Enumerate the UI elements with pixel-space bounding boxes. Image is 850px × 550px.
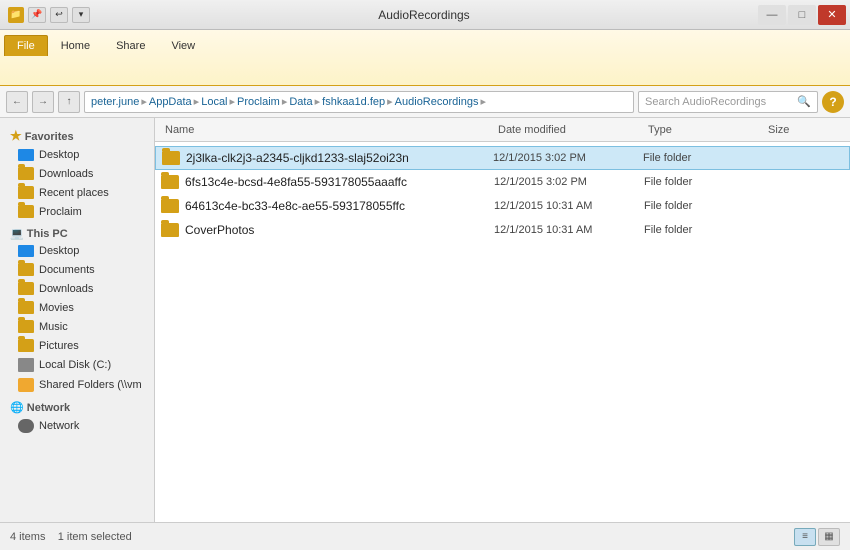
folder-icon bbox=[18, 282, 34, 295]
file-name: 6fs13c4e-bcsd-4e8fa55-593178055aaaffc bbox=[185, 175, 494, 189]
sidebar-item-shared[interactable]: Shared Folders (\\vm bbox=[0, 375, 154, 395]
file-name: 2j3lka-clk2j3-a2345-cljkd1233-slaj52oi23… bbox=[186, 151, 493, 165]
network-icon bbox=[18, 419, 34, 433]
table-row[interactable]: CoverPhotos 12/1/2015 10:31 AM File fold… bbox=[155, 218, 850, 242]
path-audiorecordings[interactable]: AudioRecordings bbox=[395, 96, 479, 108]
sidebar-item-localdisk[interactable]: Local Disk (C:) bbox=[0, 355, 154, 375]
quick-access-pin[interactable]: 📌 bbox=[28, 7, 46, 23]
folder-icon bbox=[18, 205, 34, 218]
file-type: File folder bbox=[643, 152, 763, 164]
maximize-button[interactable]: □ bbox=[788, 5, 816, 25]
folder-icon bbox=[18, 167, 34, 180]
sidebar-item-downloads-fav[interactable]: Downloads bbox=[0, 164, 154, 183]
sidebar-item-documents[interactable]: Documents bbox=[0, 260, 154, 279]
view-details-button[interactable]: ≡ bbox=[794, 528, 816, 546]
window-title: AudioRecordings bbox=[90, 8, 758, 22]
address-path[interactable]: peter.june ▸ AppData ▸ Local ▸ Proclaim … bbox=[84, 91, 634, 113]
tab-share[interactable]: Share bbox=[103, 35, 158, 56]
quick-access-undo[interactable]: ↩ bbox=[50, 7, 68, 23]
file-date: 12/1/2015 3:02 PM bbox=[493, 152, 643, 164]
folder-icon bbox=[161, 175, 179, 189]
minimize-button[interactable]: — bbox=[758, 5, 786, 25]
folder-icon bbox=[18, 339, 34, 352]
folder-icon bbox=[161, 199, 179, 213]
search-placeholder: Search AudioRecordings bbox=[645, 96, 766, 108]
folder-icon bbox=[162, 151, 180, 165]
folder-icon bbox=[18, 301, 34, 314]
ribbon-content bbox=[0, 56, 850, 86]
folder-icon bbox=[161, 223, 179, 237]
sidebar-item-music[interactable]: Music bbox=[0, 317, 154, 336]
sidebar-favorites-header[interactable]: ★ Favorites bbox=[0, 122, 154, 146]
sidebar-network-header[interactable]: 🌐 Network bbox=[0, 395, 154, 416]
folder-icon bbox=[18, 263, 34, 276]
sidebar-item-downloads-pc[interactable]: Downloads bbox=[0, 279, 154, 298]
ribbon-tabs: File Home Share View bbox=[0, 30, 850, 56]
search-icon: 🔍 bbox=[797, 95, 811, 108]
sidebar-item-pictures[interactable]: Pictures bbox=[0, 336, 154, 355]
file-name: CoverPhotos bbox=[185, 223, 494, 237]
status-item-count: 4 items 1 item selected bbox=[10, 531, 132, 543]
file-area: Name Date modified Type Size 2j3lka-clk2… bbox=[155, 118, 850, 522]
desktop-icon bbox=[18, 149, 34, 161]
col-date[interactable]: Date modified bbox=[494, 124, 644, 136]
table-row[interactable]: 64613c4e-bc33-4e8c-ae55-593178055ffc 12/… bbox=[155, 194, 850, 218]
sidebar-item-proclaim[interactable]: Proclaim bbox=[0, 202, 154, 221]
file-type: File folder bbox=[644, 176, 764, 188]
ribbon: File Home Share View bbox=[0, 30, 850, 86]
folder-icon bbox=[18, 320, 34, 333]
sidebar-item-movies[interactable]: Movies bbox=[0, 298, 154, 317]
col-type[interactable]: Type bbox=[644, 124, 764, 136]
file-list-header: Name Date modified Type Size bbox=[155, 118, 850, 142]
file-type: File folder bbox=[644, 200, 764, 212]
help-button[interactable]: ? bbox=[822, 91, 844, 113]
desktop-icon bbox=[18, 245, 34, 257]
back-button[interactable]: ← bbox=[6, 91, 28, 113]
view-tiles-button[interactable]: ▦ bbox=[818, 528, 840, 546]
tab-file[interactable]: File bbox=[4, 35, 48, 56]
view-toggles: ≡ ▦ bbox=[794, 528, 840, 546]
address-bar: ← → ↑ peter.june ▸ AppData ▸ Local ▸ Pro… bbox=[0, 86, 850, 118]
title-bar-left: 📁 📌 ↩ ▾ bbox=[8, 7, 90, 23]
tab-view[interactable]: View bbox=[158, 35, 208, 56]
status-bar: 4 items 1 item selected ≡ ▦ bbox=[0, 522, 850, 550]
table-row[interactable]: 6fs13c4e-bcsd-4e8fa55-593178055aaaffc 12… bbox=[155, 170, 850, 194]
path-fshkaa[interactable]: fshkaa1d.fep bbox=[322, 96, 385, 108]
window-controls: — □ ✕ bbox=[758, 5, 846, 25]
shared-icon bbox=[18, 378, 34, 392]
quick-access-properties[interactable]: ▾ bbox=[72, 7, 90, 23]
forward-button[interactable]: → bbox=[32, 91, 54, 113]
up-button[interactable]: ↑ bbox=[58, 91, 80, 113]
file-list: 2j3lka-clk2j3-a2345-cljkd1233-slaj52oi23… bbox=[155, 142, 850, 522]
sidebar-item-desktop-fav[interactable]: Desktop bbox=[0, 146, 154, 164]
path-proclaim[interactable]: Proclaim bbox=[237, 96, 280, 108]
tab-home[interactable]: Home bbox=[48, 35, 103, 56]
col-size[interactable]: Size bbox=[764, 124, 844, 136]
file-date: 12/1/2015 10:31 AM bbox=[494, 224, 644, 236]
folder-icon bbox=[18, 186, 34, 199]
file-type: File folder bbox=[644, 224, 764, 236]
path-data[interactable]: Data bbox=[289, 96, 312, 108]
search-box[interactable]: Search AudioRecordings 🔍 bbox=[638, 91, 818, 113]
file-date: 12/1/2015 3:02 PM bbox=[494, 176, 644, 188]
file-name: 64613c4e-bc33-4e8c-ae55-593178055ffc bbox=[185, 199, 494, 213]
col-name[interactable]: Name bbox=[161, 124, 494, 136]
app-icon: 📁 bbox=[8, 7, 24, 23]
sidebar-thispc-header[interactable]: 💻 This PC bbox=[0, 221, 154, 242]
sidebar-item-desktop-pc[interactable]: Desktop bbox=[0, 242, 154, 260]
table-row[interactable]: 2j3lka-clk2j3-a2345-cljkd1233-slaj52oi23… bbox=[155, 146, 850, 170]
path-appdata[interactable]: AppData bbox=[149, 96, 192, 108]
path-local[interactable]: Local bbox=[201, 96, 227, 108]
title-bar: 📁 📌 ↩ ▾ AudioRecordings — □ ✕ bbox=[0, 0, 850, 30]
sidebar: ★ Favorites Desktop Downloads Recent pla… bbox=[0, 118, 155, 522]
disk-icon bbox=[18, 358, 34, 372]
sidebar-item-recent[interactable]: Recent places bbox=[0, 183, 154, 202]
path-peter[interactable]: peter.june bbox=[91, 96, 139, 108]
close-button[interactable]: ✕ bbox=[818, 5, 846, 25]
file-date: 12/1/2015 10:31 AM bbox=[494, 200, 644, 212]
main-content: ★ Favorites Desktop Downloads Recent pla… bbox=[0, 118, 850, 522]
sidebar-item-network[interactable]: Network bbox=[0, 416, 154, 436]
